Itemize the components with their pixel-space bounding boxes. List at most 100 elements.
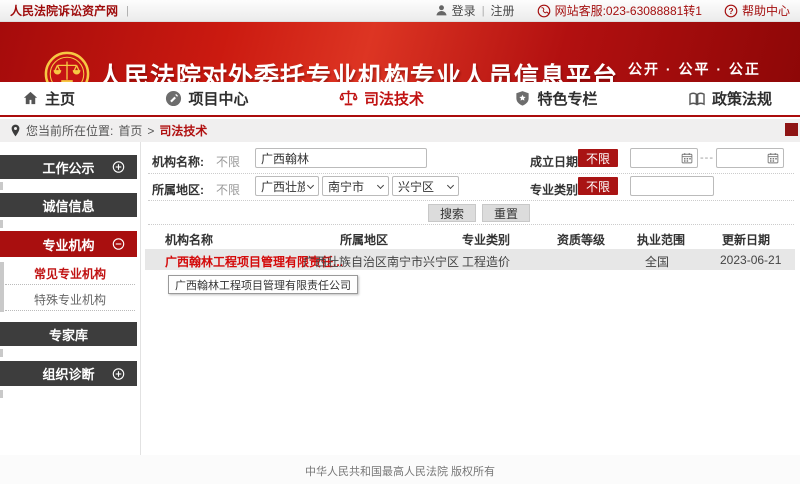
sidebar-tick	[0, 182, 3, 190]
district-select[interactable]: 兴宁区	[392, 176, 459, 196]
slogan-text: 公开 · 公平 · 公正	[628, 59, 786, 79]
search-button[interactable]: 搜索	[428, 204, 476, 222]
district-select-value: 兴宁区	[398, 178, 434, 195]
sidebar-subitem-common-orgs[interactable]: 常见专业机构	[5, 262, 135, 285]
nav-item-project-center[interactable]: 项目中心	[165, 88, 248, 109]
badge-icon	[514, 90, 531, 107]
help-icon: ?	[724, 4, 738, 18]
sidebar-item-label: 专家库	[49, 325, 88, 344]
topbar-separator: |	[126, 5, 129, 17]
book-icon	[688, 90, 706, 108]
calendar-icon	[681, 152, 693, 164]
content-divider	[140, 142, 141, 456]
form-row-divider	[148, 224, 794, 225]
login-register-separator: |	[482, 5, 485, 17]
project-icon	[165, 90, 182, 107]
calendar-icon	[767, 152, 779, 164]
sidebar-subitem-special-orgs[interactable]: 特殊专业机构	[5, 288, 135, 311]
expand-plus-icon	[112, 367, 125, 380]
site-banner: 人民法院对外委托专业机构专业人员信息平台 公开 · 公平 · 公正 www.rm…	[0, 22, 800, 82]
org-name-label: 机构名称:	[152, 153, 204, 170]
sidebar-tick	[0, 349, 3, 357]
org-name-unlimited[interactable]: 不限	[216, 153, 240, 170]
chevron-down-icon	[377, 181, 384, 188]
sidebar-subitem-label: 常见专业机构	[34, 265, 106, 282]
sidebar-item-work-publicity[interactable]: 工作公示	[0, 155, 137, 179]
founding-date-unlimited-button[interactable]: 不限	[578, 149, 618, 167]
chevron-down-icon	[447, 181, 454, 188]
home-icon	[22, 90, 39, 107]
nav-item-judicial-tech[interactable]: 司法技术	[339, 88, 424, 109]
sidebar-tick	[0, 390, 3, 398]
org-name-input[interactable]	[255, 148, 427, 168]
user-icon	[435, 4, 448, 17]
column-header-updated: 更新日期	[722, 231, 770, 248]
form-row-divider	[148, 173, 794, 174]
column-header-category: 专业类别	[462, 231, 510, 248]
city-select[interactable]: 南宁市	[322, 176, 389, 196]
breadcrumb-separator: >	[147, 124, 154, 138]
reset-button[interactable]: 重置	[482, 204, 530, 222]
category-input[interactable]	[630, 176, 714, 196]
collapse-minus-icon	[112, 238, 125, 251]
chevron-down-icon	[307, 181, 314, 188]
tooltip-text: 广西翰林工程项目管理有限责任公司	[175, 277, 351, 293]
sidebar-item-expert-library[interactable]: 专家库	[0, 322, 137, 346]
hotline-text: 网站客服:023-63088881转1	[555, 2, 702, 19]
nav-item-featured-column[interactable]: 特色专栏	[514, 88, 597, 109]
sidebar-item-integrity-info[interactable]: 诚信信息	[0, 193, 137, 217]
city-select-value: 南宁市	[328, 178, 364, 195]
column-header-scope: 执业范围	[637, 231, 685, 248]
region-unlimited[interactable]: 不限	[216, 181, 240, 198]
sidebar-subitem-label: 特殊专业机构	[34, 291, 106, 308]
register-link[interactable]: 注册	[491, 2, 515, 19]
breadcrumb: 您当前所在位置: 首页 > 司法技术	[0, 119, 800, 142]
category-label: 专业类别:	[530, 181, 582, 198]
location-pin-icon	[10, 124, 21, 137]
cell-scope: 全国	[645, 253, 669, 270]
nav-item-home[interactable]: 主页	[22, 88, 75, 109]
nav-item-policies[interactable]: 政策法规	[688, 88, 772, 109]
footer: 中华人民共和国最高人民法院 版权所有	[0, 455, 800, 484]
founding-date-from-input[interactable]	[630, 148, 698, 168]
founding-date-to-input[interactable]	[716, 148, 784, 168]
cell-updated: 2023-06-21	[720, 253, 781, 267]
region-label: 所属地区:	[152, 181, 204, 198]
breadcrumb-home-link[interactable]: 首页	[118, 122, 142, 139]
submenu-left-strip	[0, 262, 4, 312]
nav-label: 政策法规	[712, 88, 772, 109]
svg-text:?: ?	[728, 5, 733, 15]
column-header-org-name: 机构名称	[165, 231, 213, 248]
column-header-grade: 资质等级	[557, 231, 605, 248]
phone-icon	[537, 4, 551, 18]
breadcrumb-prefix: 您当前所在位置:	[26, 122, 113, 139]
sidebar-item-label: 专业机构	[42, 235, 94, 254]
breadcrumb-current: 司法技术	[159, 122, 207, 139]
cell-category: 工程造价	[462, 253, 510, 270]
page: 人民法院诉讼资产网 | 登录 | 注册 网站客服:023-63088881转1 …	[0, 0, 800, 484]
portal-site-link[interactable]: 人民法院诉讼资产网	[10, 2, 118, 19]
scales-icon	[339, 89, 358, 108]
sidebar-item-label: 组织诊断	[42, 364, 94, 383]
sidebar-item-professional-orgs[interactable]: 专业机构	[0, 231, 137, 257]
help-center-link[interactable]: 帮助中心	[742, 2, 790, 19]
breadcrumb-corner-widget[interactable]	[785, 123, 798, 136]
top-utility-bar: 人民法院诉讼资产网 | 登录 | 注册 网站客服:023-63088881转1 …	[0, 0, 800, 22]
nav-label: 司法技术	[364, 88, 424, 109]
copyright-text: 中华人民共和国最高人民法院 版权所有	[305, 463, 495, 479]
cell-region: 广西壮族自治区南宁市兴宁区	[303, 253, 459, 270]
nav-label: 主页	[45, 88, 75, 109]
founding-date-label: 成立日期:	[530, 153, 582, 170]
main-nav: 主页 项目中心 司法技术 特色专栏	[0, 82, 800, 117]
province-select-value: 广西壮族自治区	[261, 178, 305, 195]
expand-plus-icon	[112, 161, 125, 174]
province-select[interactable]: 广西壮族自治区	[255, 176, 319, 196]
login-link[interactable]: 登录	[452, 2, 476, 19]
column-header-region: 所属地区	[340, 231, 388, 248]
org-name-tooltip: 广西翰林工程项目管理有限责任公司	[168, 275, 358, 294]
sidebar-item-org-diagnosis[interactable]: 组织诊断	[0, 361, 137, 386]
form-row-divider	[148, 200, 794, 201]
sidebar-tick	[0, 220, 3, 228]
nav-label: 项目中心	[188, 88, 248, 109]
category-unlimited-button[interactable]: 不限	[578, 177, 618, 195]
